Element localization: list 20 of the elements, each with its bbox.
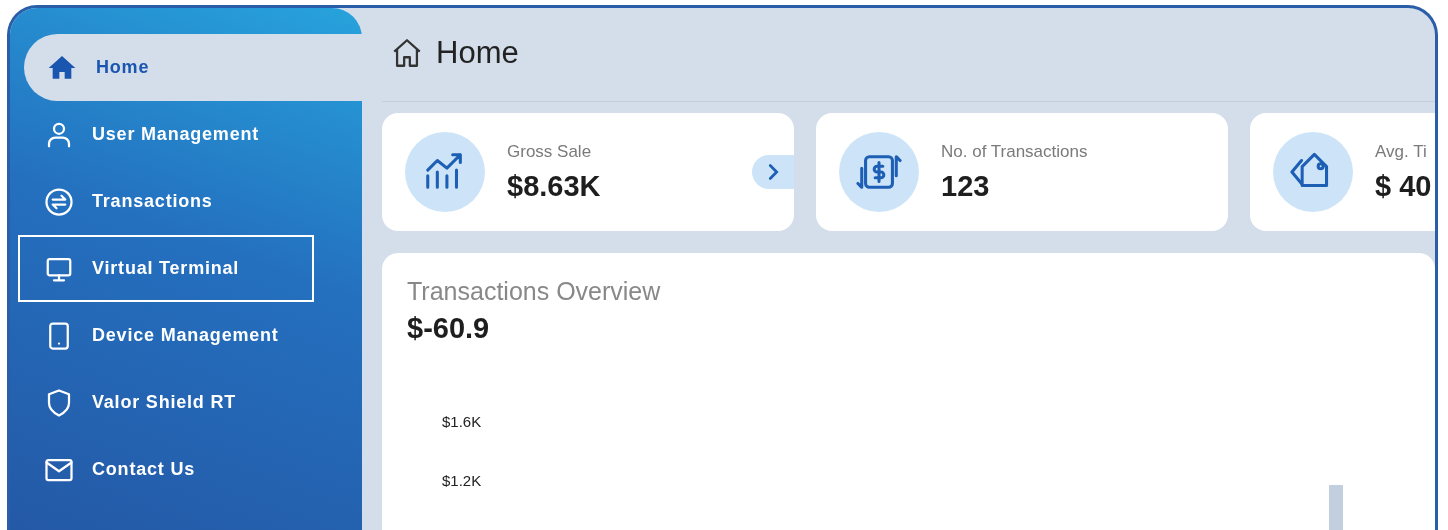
- stat-value: $ 40: [1375, 169, 1432, 203]
- stat-value: $8.63K: [507, 169, 601, 203]
- sidebar-item[interactable]: Valor Shield RT: [10, 369, 362, 436]
- next-button[interactable]: [752, 155, 794, 189]
- sidebar-item[interactable]: User Management: [10, 101, 362, 168]
- page-title: Home: [436, 34, 519, 71]
- stat-label: Avg. Ti: [1375, 141, 1428, 162]
- overview-title: Transactions Overview: [407, 277, 662, 306]
- sidebar-item[interactable]: Device Management: [10, 302, 362, 369]
- stat-label: No. of Transactions: [941, 141, 1088, 162]
- sidebar-item[interactable]: Virtual Terminal: [18, 235, 314, 302]
- axis-label: $1.2K: [442, 472, 483, 489]
- sidebar-item[interactable]: Home: [24, 34, 362, 101]
- sidebar-item[interactable]: Transactions: [10, 168, 362, 235]
- stat-label: Gross Sale: [507, 141, 593, 162]
- sidebar-item[interactable]: Contact Us: [10, 436, 362, 503]
- overview-total: $-60.9: [407, 312, 491, 345]
- axis-label: $1.6K: [442, 413, 483, 430]
- exchange-icon: [44, 186, 74, 217]
- stat-value: 123: [941, 169, 991, 203]
